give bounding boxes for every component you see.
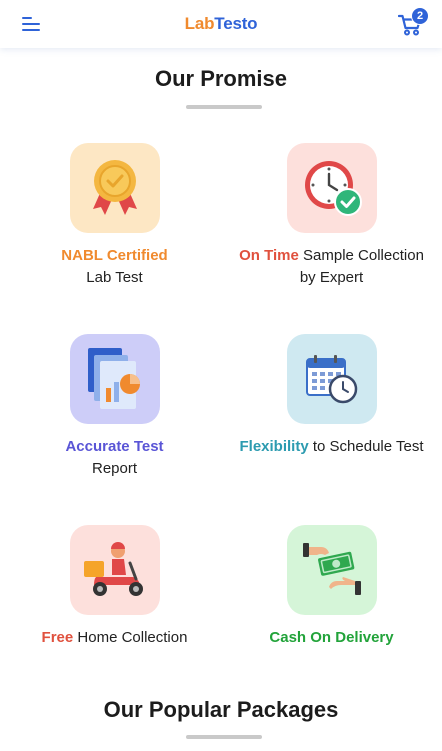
packages-title: Our Popular Packages <box>103 697 339 722</box>
promise-title-underline <box>186 105 262 109</box>
feature-line2: Report <box>91 460 138 477</box>
feature-icon-box <box>286 143 377 233</box>
cash-hand-icon <box>302 543 361 595</box>
feature-icon-box <box>69 143 160 233</box>
feature-flexibility[interactable]: Flexibility to Schedule Test <box>221 334 442 458</box>
feature-highlight: Accurate Test <box>65 438 164 455</box>
app-header: LabTesto 2 <box>0 0 442 48</box>
feature-caption: Accurate Test Report <box>4 436 225 480</box>
feature-cash-on-delivery[interactable]: Cash On Delivery <box>221 525 442 649</box>
feature-icon-box <box>286 525 377 615</box>
logo-testo-text: Testo <box>214 14 258 33</box>
feature-highlight: NABL Certified <box>61 247 168 264</box>
feature-icon-box <box>286 334 377 424</box>
feature-rest: Home Collection <box>73 629 188 646</box>
calendar-clock-icon <box>305 355 357 404</box>
cart-count-badge: 2 <box>411 7 429 25</box>
feature-nabl-certified[interactable]: NABL Certified Lab Test <box>4 143 225 289</box>
feature-icon-box <box>69 525 160 615</box>
cart-button[interactable]: 2 <box>396 7 430 40</box>
feature-accurate-test[interactable]: Accurate Test Report <box>4 334 225 480</box>
clock-check-icon <box>304 161 362 216</box>
logo-lab-text: Lab <box>184 14 215 33</box>
promise-title: Our Promise <box>154 66 288 91</box>
feature-on-time[interactable]: On Time Sample Collection by Expert <box>221 143 442 289</box>
feature-rest: Sample Collection <box>298 247 424 264</box>
medal-icon <box>92 160 137 215</box>
feature-highlight: Flexibility <box>239 438 309 455</box>
feature-free-home-collection[interactable]: Free Home Collection <box>4 525 225 649</box>
feature-highlight: Cash On Delivery <box>269 629 394 646</box>
feature-rest: to Schedule Test <box>308 438 424 455</box>
feature-highlight: Free <box>41 629 74 646</box>
feature-highlight: On Time <box>239 247 299 264</box>
brand-logo[interactable]: LabTesto <box>0 14 442 34</box>
feature-caption: Cash On Delivery <box>221 627 442 649</box>
feature-caption: On Time Sample Collection by Expert <box>221 245 442 289</box>
report-icon <box>87 348 140 409</box>
feature-caption: Flexibility to Schedule Test <box>221 436 442 458</box>
feature-line2: Lab Test <box>86 269 143 286</box>
feature-caption: NABL Certified Lab Test <box>4 245 225 289</box>
feature-icon-box <box>69 334 160 424</box>
packages-title-underline <box>186 735 262 739</box>
feature-line2: by Expert <box>299 269 364 286</box>
delivery-scooter-icon <box>83 542 143 596</box>
feature-caption: Free Home Collection <box>4 627 225 649</box>
